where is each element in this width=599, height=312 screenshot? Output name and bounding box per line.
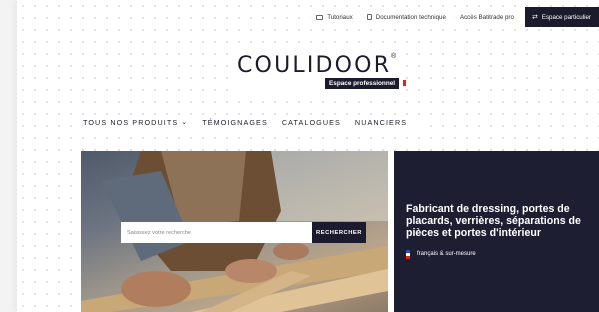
espace-particulier-label: Espace particulier [541, 13, 591, 21]
nav-catalogues[interactable]: CATALOGUES [282, 116, 349, 129]
intro-panel: Fabricant de dressing, portes de placard… [394, 151, 599, 312]
tutoriaux-link[interactable]: Tutoriaux [309, 13, 360, 21]
documentation-label: Documentation technique [375, 13, 446, 21]
panel-tagline: français & sur-mesure [417, 251, 476, 257]
chevron-down-icon: ⌄ [181, 118, 189, 126]
search-button[interactable]: RECHERCHER [312, 222, 366, 243]
french-flag-icon [406, 250, 410, 259]
batitrade-link[interactable]: Accès Batitrade pro [452, 13, 521, 21]
nav-tous-nos-produits[interactable]: TOUS NOS PRODUITS ⌄ [83, 116, 196, 129]
nav-label: CATALOGUES [281, 118, 341, 127]
flag-accent [403, 80, 406, 86]
espace-particulier-button[interactable]: ⇄ Espace particulier [524, 7, 599, 27]
nav-label: NUANCIERS [354, 118, 408, 127]
panel-headline: Fabricant de dressing, portes de placard… [406, 203, 581, 240]
search-input[interactable]: Saisissez votre recherche [121, 222, 312, 243]
batitrade-label: Accès Batitrade pro [459, 13, 514, 21]
main-nav: TOUS NOS PRODUITS ⌄ TÉMOIGNAGES CATALOGU… [83, 116, 422, 129]
nav-temoignages[interactable]: TÉMOIGNAGES [202, 116, 276, 129]
document-icon [366, 14, 372, 20]
logo-wordmark: COULIDOOR [237, 53, 392, 78]
nav-label: TÉMOIGNAGES [202, 118, 268, 127]
tutoriaux-label: Tutoriaux [327, 13, 353, 21]
video-icon [316, 14, 324, 20]
logo-registered-mark: ® [391, 53, 397, 60]
top-bar: Tutoriaux Documentation technique Accès … [309, 7, 599, 27]
logo-subtitle: Espace professionnel [325, 78, 400, 89]
page: Tutoriaux Documentation technique Accès … [17, 0, 599, 312]
documentation-link[interactable]: Documentation technique [359, 13, 453, 21]
swap-arrows-icon: ⇄ [531, 14, 538, 21]
nav-label: TOUS NOS PRODUITS [83, 118, 179, 127]
site-logo[interactable]: COULIDOOR ® Espace professionnel [235, 53, 406, 93]
nav-nuanciers[interactable]: NUANCIERS [355, 116, 415, 129]
search-bar: Saisissez votre recherche RECHERCHER [121, 222, 366, 243]
